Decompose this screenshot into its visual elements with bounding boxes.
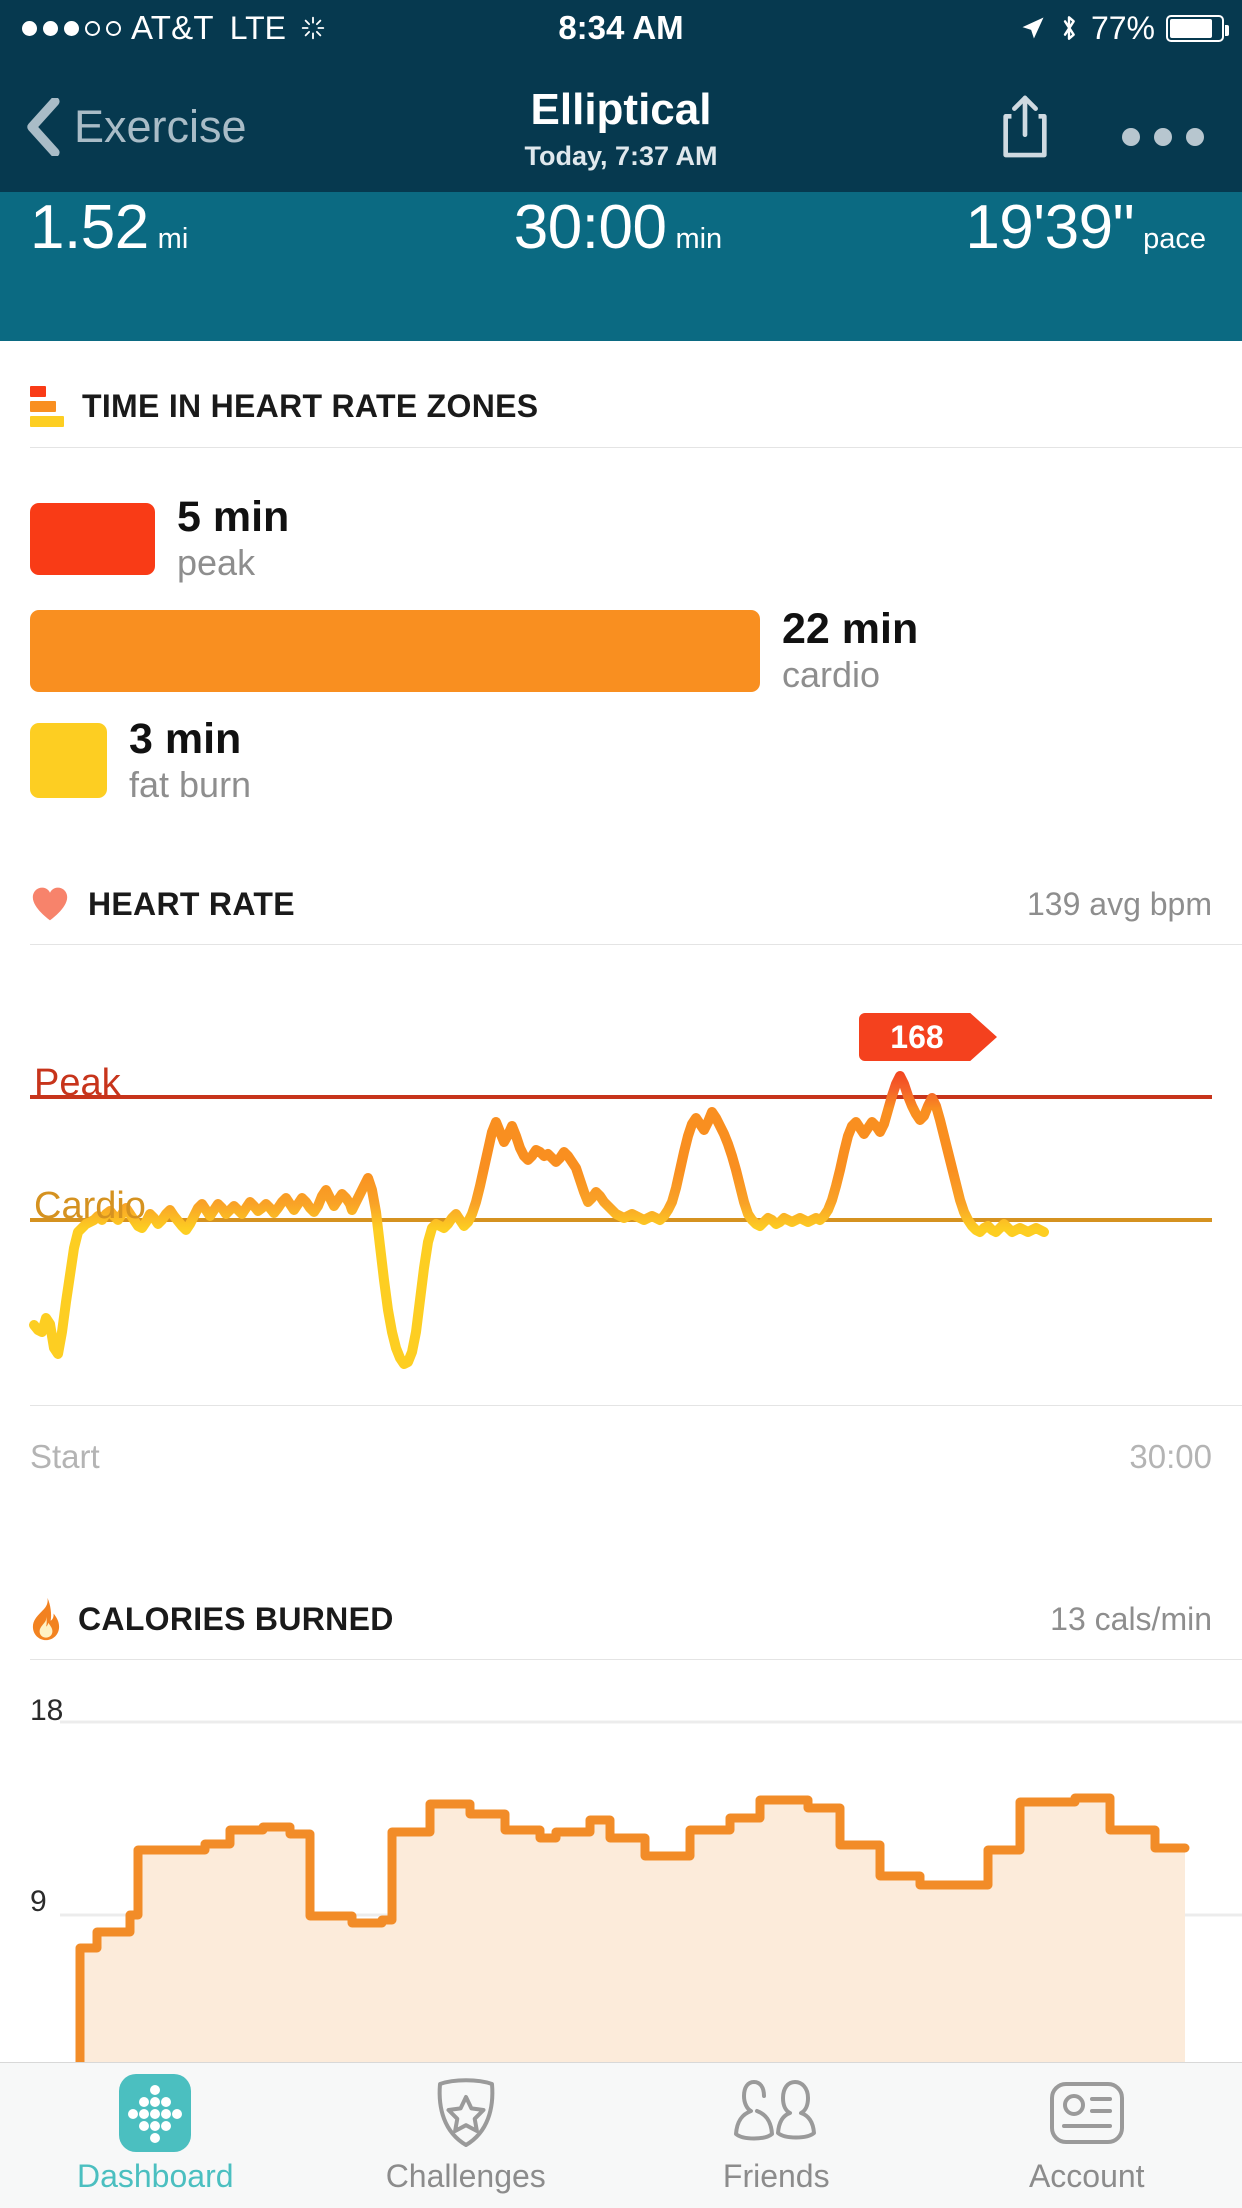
tab-friends[interactable]: Friends [621, 2063, 932, 2208]
page-title: Elliptical [0, 84, 1242, 135]
zone-label-fatburn: 3 min fat burn [129, 718, 251, 803]
zone-bar-fatburn [30, 723, 107, 798]
zone-row-peak[interactable]: 5 min peak [30, 496, 289, 581]
zones-section-title: TIME IN HEART RATE ZONES [82, 388, 538, 425]
stat-pace-unit: pace [1143, 223, 1206, 256]
shield-star-icon [430, 2076, 502, 2150]
calories-chart[interactable]: 18 9 [0, 1680, 1242, 2062]
calories-rate-label: 13 cals/min [1050, 1601, 1212, 1638]
navigation-bar: Exercise Elliptical Today, 7:37 AM [0, 56, 1242, 192]
stat-distance-unit: mi [158, 223, 189, 256]
more-dots-icon [1122, 128, 1140, 146]
zone-name-cardio: cardio [782, 657, 918, 693]
calories-section-title: CALORIES BURNED [78, 1601, 394, 1638]
people-icon [733, 2076, 819, 2150]
heart-rate-chart[interactable]: Peak Cardio 168 [0, 980, 1242, 1410]
battery-percent-label: 77% [1091, 10, 1155, 47]
stat-duration-unit: min [675, 223, 722, 256]
tab-challenges-label: Challenges [386, 2158, 546, 2195]
calories-chart-svg [0, 1680, 1242, 2062]
fitbit-dots-icon [119, 2076, 191, 2150]
cardio-threshold-label: Cardio [34, 1185, 146, 1228]
page-subtitle: Today, 7:37 AM [0, 141, 1242, 172]
heart-rate-section-header: HEART RATE 139 avg bpm [0, 880, 1242, 928]
status-bar: AT&T LTE 8:34 AM 77% [0, 0, 1242, 56]
tab-bar: Dashboard Challenges Friends [0, 2062, 1242, 2208]
stat-duration: 30:00 min [422, 192, 814, 341]
workout-stats-bar: 1.52 mi 30:00 min 19'39" pace [0, 192, 1242, 341]
stat-distance-value: 1.52 [30, 192, 149, 263]
stat-duration-value: 30:00 [514, 192, 667, 263]
share-icon [996, 94, 1054, 160]
id-card-icon [1048, 2076, 1126, 2150]
zone-name-fatburn: fat burn [129, 767, 251, 803]
heart-rate-section-title: HEART RATE [88, 886, 295, 923]
heart-rate-axis-start: Start [30, 1438, 100, 1476]
stat-pace-value: 19'39" [965, 192, 1134, 263]
location-arrow-icon [1019, 14, 1047, 42]
heart-rate-divider [30, 944, 1242, 945]
zone-bar-peak [30, 503, 155, 575]
zones-divider [30, 447, 1242, 448]
tab-challenges[interactable]: Challenges [311, 2063, 622, 2208]
stat-pace: 19'39" pace [814, 192, 1242, 341]
zone-minutes-peak: 5 min [177, 496, 289, 539]
peak-threshold-label: Peak [34, 1062, 121, 1105]
bar-chart-icon [30, 386, 64, 427]
status-bar-right: 77% [1019, 10, 1224, 47]
tab-dashboard[interactable]: Dashboard [0, 2063, 311, 2208]
tab-account-label: Account [1029, 2158, 1145, 2195]
tab-account[interactable]: Account [932, 2063, 1242, 2208]
max-heart-rate-value: 168 [890, 1019, 943, 1056]
calories-ytick-18: 18 [30, 1694, 63, 1728]
zone-label-peak: 5 min peak [177, 496, 289, 581]
heart-rate-chart-svg [0, 980, 1242, 1410]
nav-title-group: Elliptical Today, 7:37 AM [0, 84, 1242, 172]
more-options-button[interactable] [1122, 128, 1204, 146]
zone-name-peak: peak [177, 545, 289, 581]
share-button[interactable] [996, 94, 1054, 165]
battery-icon [1166, 15, 1224, 42]
calories-section-header: CALORIES BURNED 13 cals/min [0, 1595, 1242, 1643]
zone-row-cardio[interactable]: 22 min cardio [30, 608, 918, 693]
zones-section-header: TIME IN HEART RATE ZONES [0, 382, 1242, 430]
zone-row-fatburn[interactable]: 3 min fat burn [30, 718, 251, 803]
stat-distance: 1.52 mi [0, 192, 422, 341]
zone-minutes-fatburn: 3 min [129, 718, 251, 761]
tab-friends-label: Friends [723, 2158, 830, 2195]
heart-icon [30, 886, 70, 922]
heart-rate-avg-label: 139 avg bpm [1027, 886, 1212, 923]
tab-dashboard-label: Dashboard [77, 2158, 234, 2195]
max-heart-rate-badge[interactable]: 168 [855, 1008, 1003, 1066]
heart-rate-axis-line [30, 1405, 1242, 1406]
zone-bar-cardio [30, 610, 760, 692]
bluetooth-icon [1058, 12, 1080, 44]
zone-label-cardio: 22 min cardio [782, 608, 918, 693]
flame-icon [30, 1597, 62, 1641]
calories-divider [30, 1659, 1242, 1660]
app-screen: AT&T LTE 8:34 AM 77% [0, 0, 1242, 2208]
zone-minutes-cardio: 22 min [782, 608, 918, 651]
calories-ytick-9: 9 [30, 1885, 47, 1919]
heart-rate-axis-end: 30:00 [1129, 1438, 1212, 1476]
